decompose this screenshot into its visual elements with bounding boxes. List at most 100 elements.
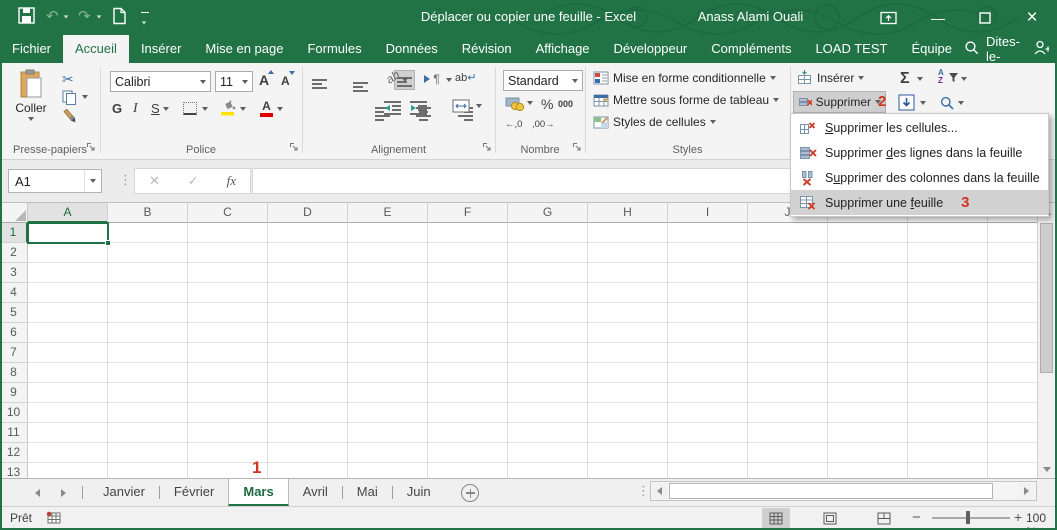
ribbon-tab-ins-rer[interactable]: Insérer	[129, 35, 193, 63]
orientation-dropdown-arrow[interactable]	[402, 78, 408, 82]
menu-item-4[interactable]: Supprimer une feuille3	[791, 190, 1048, 215]
share-person-icon[interactable]	[1033, 40, 1049, 58]
wrap-text-icon[interactable]: ab↵	[455, 71, 476, 84]
font-dialog-launcher-icon[interactable]	[289, 141, 299, 155]
zoom-slider-thumb[interactable]	[966, 511, 970, 524]
merge-center-icon[interactable]	[452, 99, 470, 116]
vertical-scroll-thumb[interactable]	[1040, 223, 1053, 373]
autosum-button[interactable]: Σ	[900, 70, 910, 88]
new-sheet-button[interactable]	[461, 484, 479, 502]
column-header-D[interactable]: D	[268, 203, 348, 223]
text-direction-icon[interactable]: ¶	[424, 72, 440, 86]
sheet-tab-avril[interactable]: Avril	[289, 479, 342, 506]
signed-in-user[interactable]: Anass Alami Ouali	[688, 9, 813, 24]
sort-filter-dropdown-arrow[interactable]	[961, 77, 967, 81]
scroll-right-arrow[interactable]	[1019, 483, 1034, 499]
insert-cells-button[interactable]: Insérer	[797, 70, 864, 85]
fill-down-icon[interactable]	[898, 94, 915, 114]
menu-item-1[interactable]: Supprimer les cellules...	[791, 115, 1048, 140]
sheet-tab-juin[interactable]: Juin	[393, 479, 445, 506]
fill-color-dropdown-arrow[interactable]	[240, 107, 246, 111]
sheet-tab-mars[interactable]: Mars	[228, 479, 288, 506]
merge-dropdown-arrow[interactable]	[476, 104, 482, 108]
minimize-button[interactable]: —	[918, 0, 958, 35]
font-size-combobox[interactable]: 11	[215, 71, 253, 92]
sheet-tab-mai[interactable]: Mai	[343, 479, 392, 506]
row-header-7[interactable]: 7	[0, 343, 28, 363]
number-format-combobox[interactable]: Standard	[503, 70, 583, 91]
ribbon-tab-r-vision[interactable]: Révision	[450, 35, 524, 63]
clipboard-dialog-launcher-icon[interactable]	[86, 141, 96, 155]
close-button[interactable]: ×	[1012, 0, 1052, 35]
row-header-1[interactable]: 1	[0, 223, 28, 243]
format-painter-icon[interactable]	[62, 109, 79, 128]
ribbon-tab-fichier[interactable]: Fichier	[0, 35, 63, 63]
ribbon-tab-donn-es[interactable]: Données	[374, 35, 450, 63]
column-header-E[interactable]: E	[348, 203, 428, 223]
delete-cells-button[interactable]: Supprimer	[793, 91, 886, 113]
column-header-B[interactable]: B	[108, 203, 188, 223]
accounting-dropdown-arrow[interactable]	[527, 101, 533, 105]
row-header-4[interactable]: 4	[0, 283, 28, 303]
ribbon-tab-load-test[interactable]: LOAD TEST	[803, 35, 899, 63]
increase-font-size-button[interactable]: A	[259, 72, 269, 88]
zoom-slider-track[interactable]	[932, 517, 1010, 519]
row-header-12[interactable]: 12	[0, 443, 28, 463]
grid-cells[interactable]	[28, 223, 1037, 478]
selected-cell-A1[interactable]	[27, 222, 109, 244]
autosum-dropdown-arrow[interactable]	[917, 77, 923, 81]
column-header-H[interactable]: H	[588, 203, 668, 223]
copy-icon[interactable]	[62, 90, 77, 108]
vertical-scrollbar[interactable]	[1037, 203, 1055, 478]
font-color-icon[interactable]: A	[260, 99, 273, 117]
number-dialog-launcher-icon[interactable]	[572, 141, 582, 155]
ribbon-tab-formules[interactable]: Formules	[295, 35, 373, 63]
find-select-icon[interactable]	[940, 96, 954, 113]
horizontal-scroll-thumb[interactable]	[669, 483, 993, 499]
zoom-in-button[interactable]: +	[1014, 509, 1022, 525]
select-all-corner[interactable]	[0, 203, 28, 223]
borders-icon[interactable]	[183, 102, 197, 115]
column-header-A[interactable]: A	[28, 203, 108, 223]
copy-dropdown-arrow[interactable]	[82, 95, 88, 99]
increase-decimal-icon[interactable]: ←,0	[505, 119, 522, 130]
enter-icon[interactable]: ✓	[188, 173, 199, 189]
sort-filter-funnel-icon[interactable]	[949, 72, 958, 86]
accounting-format-icon[interactable]	[505, 96, 525, 114]
italic-button[interactable]: I	[133, 101, 138, 117]
row-header-3[interactable]: 3	[0, 263, 28, 283]
font-name-combobox[interactable]: Calibri	[110, 71, 211, 92]
text-direction-dropdown-arrow[interactable]	[446, 78, 452, 82]
tab-scroll-splitter[interactable]: ⋮	[637, 483, 650, 499]
row-header-5[interactable]: 5	[0, 303, 28, 323]
column-header-I[interactable]: I	[668, 203, 748, 223]
scroll-left-arrow[interactable]	[652, 483, 667, 499]
maximize-button[interactable]	[965, 0, 1005, 35]
ribbon-tab-affichage[interactable]: Affichage	[524, 35, 602, 63]
decrease-indent-icon[interactable]	[384, 101, 402, 118]
cut-icon[interactable]: ✂	[62, 71, 74, 88]
macro-record-icon[interactable]	[46, 511, 61, 527]
horizontal-scrollbar[interactable]	[650, 481, 1037, 501]
ribbon-tab-mise-en-page[interactable]: Mise en page	[193, 35, 295, 63]
increase-indent-icon[interactable]	[410, 101, 428, 118]
ribbon-tab-accueil[interactable]: Accueil	[63, 35, 129, 63]
scroll-down-arrow[interactable]	[1039, 461, 1054, 477]
underline-button[interactable]: S	[151, 101, 160, 116]
paste-button[interactable]: Coller	[8, 69, 54, 121]
row-header-13[interactable]: 13	[0, 463, 28, 478]
sheet-nav-left-icon[interactable]	[24, 479, 50, 506]
zoom-out-button[interactable]: −	[912, 509, 921, 526]
row-header-11[interactable]: 11	[0, 423, 28, 443]
row-header-2[interactable]: 2	[0, 243, 28, 263]
cancel-icon[interactable]: ✕	[149, 173, 160, 189]
conditional-formatting-button[interactable]: Mise en forme conditionnelle	[593, 71, 776, 85]
comma-style-button[interactable]: 000	[558, 99, 573, 109]
page-break-view-icon[interactable]	[870, 508, 898, 528]
menu-item-2[interactable]: Supprimer des lignes dans la feuille	[791, 140, 1048, 165]
align-middle-icon[interactable]	[353, 79, 369, 93]
page-layout-view-icon[interactable]	[816, 508, 844, 528]
sheet-nav-right-icon[interactable]	[50, 479, 76, 506]
alignment-dialog-launcher-icon[interactable]	[482, 141, 492, 155]
fill-handle[interactable]	[105, 240, 111, 246]
